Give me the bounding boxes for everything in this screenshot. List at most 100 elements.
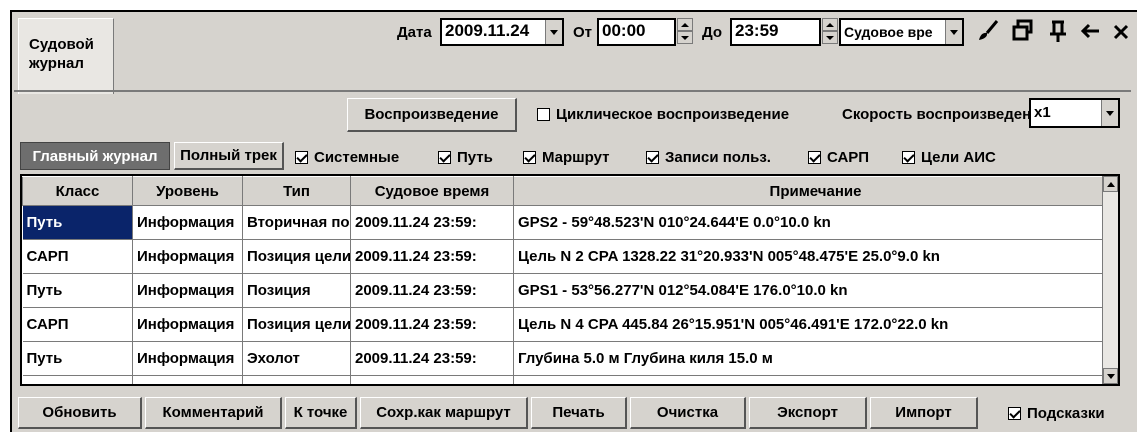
tab-main-log[interactable]: Главный журнал xyxy=(20,142,170,170)
vertical-scrollbar[interactable] xyxy=(1102,176,1118,384)
cell-class[interactable]: Путь xyxy=(22,273,133,308)
chevron-down-icon[interactable] xyxy=(1101,100,1118,126)
cell-note[interactable]: GPS2 - 59°48.523'N 010°24.644'E 0.0°10.0… xyxy=(513,205,1118,240)
column-header-note[interactable]: Примечание xyxy=(513,176,1118,206)
table-row[interactable]: САРП Информация Позиция цели 2009.11.24 … xyxy=(22,307,1118,342)
cell-level[interactable]: Информация xyxy=(132,341,243,376)
back-arrow-icon[interactable] xyxy=(1079,18,1101,44)
import-button[interactable]: Импорт xyxy=(870,397,978,429)
cell-note[interactable]: Цель N 4 CPA 445.84 26°15.951'N 005°46.4… xyxy=(513,307,1118,342)
category-system-checkbox[interactable]: Системные xyxy=(295,149,399,166)
cell-class[interactable]: Путь xyxy=(22,205,133,240)
tab-full-track[interactable]: Полный трек xyxy=(174,142,284,170)
to-time-input[interactable]: 23:59 xyxy=(730,18,821,46)
chevron-down-icon[interactable] xyxy=(545,20,562,44)
cell-note[interactable]: GPS1 - 53°56.277'N 012°54.084'E 176.0°10… xyxy=(513,273,1118,308)
to-time-spinner[interactable] xyxy=(822,18,838,46)
playback-button[interactable]: Воспроизведение xyxy=(347,98,517,132)
print-button[interactable]: Печать xyxy=(531,397,627,429)
scroll-up-icon[interactable] xyxy=(1103,176,1118,192)
category-path-checkbox[interactable]: Путь xyxy=(438,149,493,166)
cell-type[interactable]: Позиция xyxy=(242,273,351,308)
column-header-ship-time[interactable]: Судовое время xyxy=(350,176,514,206)
pin-icon[interactable] xyxy=(1048,18,1068,44)
table-row[interactable]: Путь Информация Эхолот 2009.11.24 23:59:… xyxy=(22,341,1118,376)
cell-class[interactable]: Путь xyxy=(22,341,133,376)
table-row[interactable]: САРП Информация Позиция цели 2009.11.24 … xyxy=(22,239,1118,274)
from-label: От xyxy=(573,24,593,41)
from-time-input[interactable]: 00:00 xyxy=(597,18,676,46)
cell-type[interactable]: Вторичная пози xyxy=(242,205,351,240)
cell-ship-time[interactable]: 2009.11.24 23:59: xyxy=(350,307,514,342)
cell-level[interactable]: Информация xyxy=(132,205,243,240)
category-route-checkbox[interactable]: Маршрут xyxy=(523,149,610,166)
clear-button[interactable]: Очистка xyxy=(630,397,746,429)
column-header-class[interactable]: Класс xyxy=(22,176,133,206)
spin-down-icon[interactable] xyxy=(822,31,838,44)
hints-checkbox[interactable]: Подсказки xyxy=(1008,405,1105,422)
from-time-value: 00:00 xyxy=(602,21,646,40)
cell-note[interactable]: Глубина 5.0 м Глубина киля 15.0 м xyxy=(513,341,1118,376)
to-label: До xyxy=(702,24,723,41)
cell-class[interactable]: САРП xyxy=(22,307,133,342)
tab-ship-log[interactable]: Судовой журнал xyxy=(18,18,114,94)
cell-level[interactable]: Информация xyxy=(132,273,243,308)
date-select[interactable]: 2009.11.24 xyxy=(440,18,564,46)
speed-select[interactable]: x1 xyxy=(1029,98,1120,128)
checkmark-icon[interactable] xyxy=(438,151,451,164)
category-ais-targets-checkbox[interactable]: Цели АИС xyxy=(902,149,996,166)
cell-class[interactable]: Путь xyxy=(22,375,133,384)
cell-level[interactable]: Информация xyxy=(132,239,243,274)
cyclic-checkbox-box[interactable] xyxy=(537,108,550,121)
category-label: Системные xyxy=(314,149,400,166)
go-to-point-button[interactable]: К точке xyxy=(285,397,357,429)
checkmark-icon[interactable] xyxy=(1008,407,1021,420)
cell-ship-time[interactable]: 2009.11.24 23:59: xyxy=(350,375,514,384)
cell-ship-time[interactable]: 2009.11.24 23:59: xyxy=(350,273,514,308)
brush-icon[interactable] xyxy=(975,18,1001,44)
category-user-records-checkbox[interactable]: Записи польз. xyxy=(646,149,771,166)
cell-class[interactable]: САРП xyxy=(22,239,133,274)
chevron-down-icon[interactable] xyxy=(945,20,962,44)
table-row[interactable]: Путь Информация Вторичная пози 2009.11.2… xyxy=(22,205,1118,240)
checkmark-icon[interactable] xyxy=(808,151,821,164)
column-header-level[interactable]: Уровень xyxy=(132,176,243,206)
checkmark-icon[interactable] xyxy=(646,151,659,164)
cell-ship-time[interactable]: 2009.11.24 23:59: xyxy=(350,205,514,240)
cell-note[interactable]: Цель N 2 CPA 1328.22 31°20.933'N 005°48.… xyxy=(513,239,1118,274)
spin-up-icon[interactable] xyxy=(677,18,693,31)
cell-level[interactable]: Информация xyxy=(132,307,243,342)
checkmark-icon[interactable] xyxy=(902,151,915,164)
cell-level[interactable]: Информация xyxy=(132,375,243,384)
timezone-value: Судовое вре xyxy=(844,24,933,40)
checkmark-icon[interactable] xyxy=(523,151,536,164)
table-row[interactable]: Путь Информация Лаг 2009.11.24 23:59: Ск… xyxy=(22,375,1118,384)
column-header-type[interactable]: Тип xyxy=(242,176,351,206)
cell-ship-time[interactable]: 2009.11.24 23:59: xyxy=(350,239,514,274)
cell-type[interactable]: Позиция цели xyxy=(242,239,351,274)
timezone-select[interactable]: Судовое вре xyxy=(839,18,964,46)
cell-type[interactable]: Лаг xyxy=(242,375,351,384)
spin-down-icon[interactable] xyxy=(677,31,693,44)
close-icon[interactable] xyxy=(1112,18,1130,44)
table-header: Класс Уровень Тип Судовое время Примечан… xyxy=(22,176,1118,206)
date-label: Дата xyxy=(397,24,432,41)
category-label: САРП xyxy=(827,149,870,166)
category-arpa-checkbox[interactable]: САРП xyxy=(808,149,869,166)
cyclic-playback-checkbox[interactable]: Циклическое воспроизведение xyxy=(537,106,789,123)
scroll-down-icon[interactable] xyxy=(1103,368,1118,384)
refresh-button[interactable]: Обновить xyxy=(18,397,142,429)
export-button[interactable]: Экспорт xyxy=(749,397,867,429)
checkmark-icon[interactable] xyxy=(295,151,308,164)
cell-ship-time[interactable]: 2009.11.24 23:59: xyxy=(350,341,514,376)
cell-type[interactable]: Позиция цели xyxy=(242,307,351,342)
hints-label: Подсказки xyxy=(1027,405,1105,422)
spin-up-icon[interactable] xyxy=(822,18,838,31)
from-time-spinner[interactable] xyxy=(677,18,693,46)
comment-button[interactable]: Комментарий xyxy=(145,397,282,429)
save-as-route-button[interactable]: Сохр.как маршрут xyxy=(360,397,528,429)
cell-note[interactable]: Скорость 10.1 kn Направление 12.0° xyxy=(513,375,1118,384)
restore-window-icon[interactable] xyxy=(1012,18,1034,44)
table-row[interactable]: Путь Информация Позиция 2009.11.24 23:59… xyxy=(22,273,1118,308)
cell-type[interactable]: Эхолот xyxy=(242,341,351,376)
